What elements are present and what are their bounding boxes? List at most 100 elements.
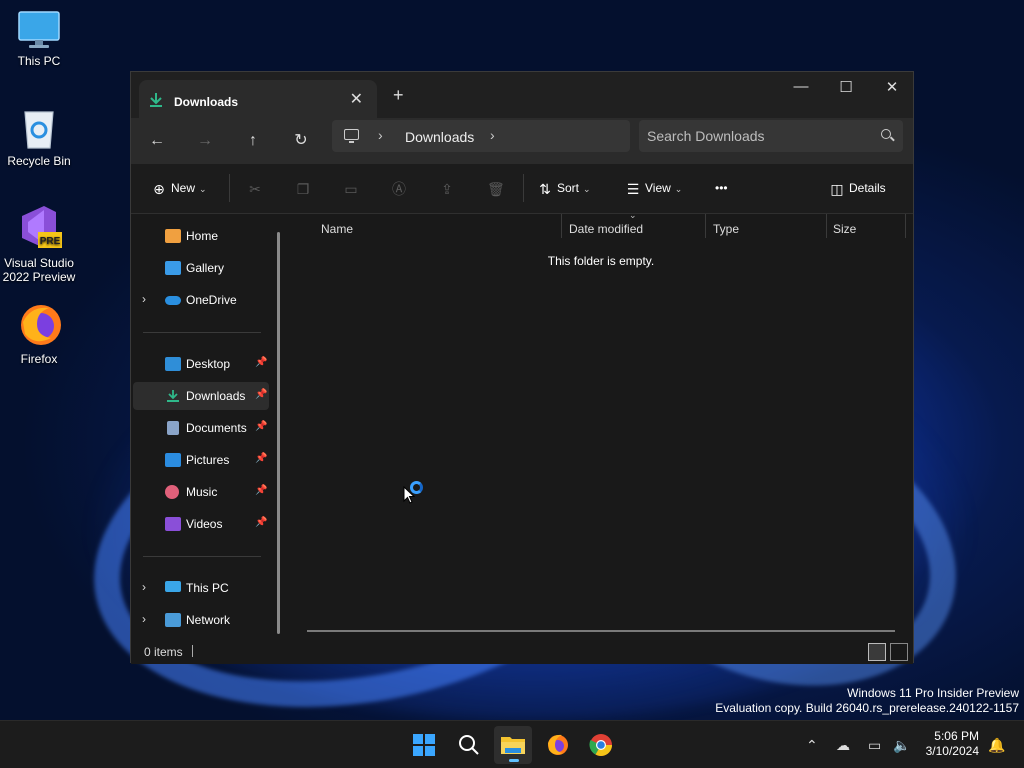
sort-button[interactable]: ⇅ Sort ⌄ bbox=[537, 178, 590, 198]
nav-item-downloads[interactable]: Downloads 📌 bbox=[133, 382, 269, 410]
search-button[interactable] bbox=[450, 726, 488, 764]
command-bar: ⊕ New ⌄ ✂ ❐ ▭ Ⓐ ⇪ 🗑 ⇅ Sort ⌄ ☰ View ⌄ ••• ◫ Det… bbox=[131, 164, 913, 214]
nav-item-onedrive[interactable]: › OneDrive bbox=[133, 286, 269, 314]
close-tab-icon[interactable]: ✕ bbox=[350, 89, 363, 109]
minimize-button[interactable]: — bbox=[781, 78, 821, 95]
taskbar-file-explorer[interactable] bbox=[494, 726, 532, 764]
column-header-name[interactable]: Name bbox=[321, 222, 353, 236]
file-list: Name ⌄ Date modified Type Size This fold… bbox=[289, 210, 913, 640]
nav-item-label: Home bbox=[186, 229, 219, 243]
nav-item-music[interactable]: Music 📌 bbox=[133, 478, 269, 506]
breadcrumb-chevron-icon[interactable]: › bbox=[378, 127, 383, 143]
taskbar-firefox[interactable] bbox=[538, 726, 576, 764]
search-input[interactable] bbox=[647, 124, 857, 148]
nav-item-this-pc[interactable]: › This PC bbox=[133, 574, 269, 602]
new-button[interactable]: ⊕ New ⌄ bbox=[151, 178, 206, 198]
taskbar-chrome[interactable] bbox=[582, 726, 620, 764]
clock[interactable]: 5:06 PM 3/10/2024 bbox=[926, 729, 979, 759]
share-button[interactable]: ⇪ bbox=[439, 178, 459, 198]
nav-item-label: Network bbox=[186, 613, 231, 627]
copy-icon: ❐ bbox=[296, 180, 310, 197]
address-bar[interactable]: › Downloads › bbox=[332, 120, 630, 152]
scissors-icon: ✂ bbox=[249, 180, 261, 197]
item-count: 0 items bbox=[144, 645, 183, 659]
show-hidden-icons-chevron-up-icon[interactable]: ⌃ bbox=[806, 737, 818, 754]
nav-item-desktop[interactable]: Desktop 📌 bbox=[133, 350, 269, 378]
nav-item-label: Gallery bbox=[186, 261, 225, 275]
details-button[interactable]: ◫ Details bbox=[829, 178, 885, 198]
details-view-icon[interactable] bbox=[868, 643, 886, 661]
delete-button[interactable]: 🗑 bbox=[487, 178, 507, 198]
column-header-size[interactable]: Size bbox=[833, 222, 856, 236]
pin-icon[interactable]: 📌 bbox=[255, 485, 267, 496]
pin-icon[interactable]: 📌 bbox=[255, 421, 267, 432]
nav-item-label: OneDrive bbox=[186, 293, 237, 307]
chevron-right-icon[interactable]: › bbox=[142, 612, 146, 626]
breadcrumb-downloads[interactable]: Downloads bbox=[405, 129, 474, 145]
column-divider[interactable] bbox=[826, 214, 827, 238]
paste-button[interactable]: ▭ bbox=[343, 178, 363, 198]
desktop-icon-this-pc[interactable]: This PC bbox=[0, 10, 78, 68]
up-arrow-icon[interactable]: ↑ bbox=[239, 128, 267, 154]
chevron-right-icon[interactable]: › bbox=[142, 580, 146, 594]
forward-arrow-icon[interactable]: → bbox=[191, 128, 219, 154]
nav-item-videos[interactable]: Videos 📌 bbox=[133, 510, 269, 538]
desktop-icon-firefox[interactable]: Firefox bbox=[0, 302, 78, 366]
tab-downloads[interactable]: Downloads ✕ bbox=[139, 80, 377, 118]
new-tab-button[interactable]: + bbox=[393, 85, 404, 106]
pin-icon[interactable]: 📌 bbox=[255, 357, 267, 368]
desktop-icon-recycle-bin[interactable]: Recycle Bin bbox=[0, 106, 78, 168]
tab-title: Downloads bbox=[174, 95, 239, 109]
nav-item-label: Pictures bbox=[186, 453, 230, 467]
nav-item-documents[interactable]: Documents 📌 bbox=[133, 414, 269, 442]
notification-bell-icon[interactable]: 🔔 bbox=[988, 737, 1005, 754]
copy-button[interactable]: ❐ bbox=[295, 178, 315, 198]
more-label: ••• bbox=[715, 181, 728, 195]
search-icon bbox=[881, 129, 891, 139]
cloud-offline-icon[interactable]: ☁ bbox=[836, 737, 850, 754]
more-options-button[interactable]: ••• bbox=[715, 178, 728, 198]
videos-icon bbox=[165, 517, 181, 531]
breadcrumb-chevron-icon[interactable]: › bbox=[490, 127, 495, 143]
start-button[interactable] bbox=[405, 726, 443, 764]
network-icon[interactable]: ▭ bbox=[868, 737, 881, 754]
view-button[interactable]: ☰ View ⌄ bbox=[625, 178, 683, 198]
pin-icon[interactable]: 📌 bbox=[255, 453, 267, 464]
column-header-type[interactable]: Type bbox=[713, 222, 739, 236]
pin-icon[interactable]: 📌 bbox=[255, 389, 267, 400]
column-divider[interactable] bbox=[561, 214, 562, 238]
nav-scrollbar[interactable] bbox=[277, 232, 280, 634]
trash-icon: 🗑 bbox=[487, 180, 505, 197]
download-icon bbox=[167, 390, 179, 402]
nav-item-home[interactable]: Home bbox=[133, 222, 269, 250]
horizontal-scrollbar[interactable] bbox=[307, 630, 895, 632]
sort-label: Sort bbox=[557, 181, 580, 195]
search-box[interactable] bbox=[639, 120, 903, 152]
nav-item-gallery[interactable]: Gallery bbox=[133, 254, 269, 282]
chevron-right-icon[interactable]: › bbox=[142, 292, 146, 306]
pin-icon[interactable]: 📌 bbox=[255, 517, 267, 528]
cloud-icon bbox=[165, 296, 181, 305]
nav-item-pictures[interactable]: Pictures 📌 bbox=[133, 446, 269, 474]
desktop-icon-label: Visual Studio 2022 Preview bbox=[2, 256, 76, 284]
column-header-date-modified[interactable]: Date modified bbox=[569, 222, 643, 236]
large-icons-view-icon[interactable] bbox=[890, 643, 908, 661]
column-divider[interactable] bbox=[705, 214, 706, 238]
cut-button[interactable]: ✂ bbox=[247, 178, 267, 198]
home-icon bbox=[165, 229, 181, 243]
rename-icon: Ⓐ bbox=[392, 180, 406, 197]
taskbar: ⌃ ☁ ▭ 🔈 5:06 PM 3/10/2024 🔔 bbox=[0, 720, 1024, 768]
desktop-icon-visual-studio[interactable]: PRE Visual Studio 2022 Preview bbox=[0, 202, 78, 284]
refresh-icon[interactable]: ↻ bbox=[287, 128, 315, 154]
close-window-button[interactable]: ✕ bbox=[872, 78, 912, 96]
monitor-icon bbox=[165, 581, 181, 592]
back-arrow-icon[interactable]: ← bbox=[143, 128, 171, 154]
monitor-icon bbox=[18, 11, 60, 48]
pc-icon bbox=[344, 129, 359, 143]
rename-button[interactable]: Ⓐ bbox=[391, 178, 411, 198]
nav-item-network[interactable]: › Network bbox=[133, 606, 269, 634]
maximize-button[interactable]: ☐ bbox=[826, 78, 866, 96]
speaker-muted-icon[interactable]: 🔈 bbox=[893, 737, 910, 754]
windows-watermark: Windows 11 Pro Insider Preview Evaluatio… bbox=[715, 686, 1019, 716]
column-divider[interactable] bbox=[905, 214, 906, 238]
